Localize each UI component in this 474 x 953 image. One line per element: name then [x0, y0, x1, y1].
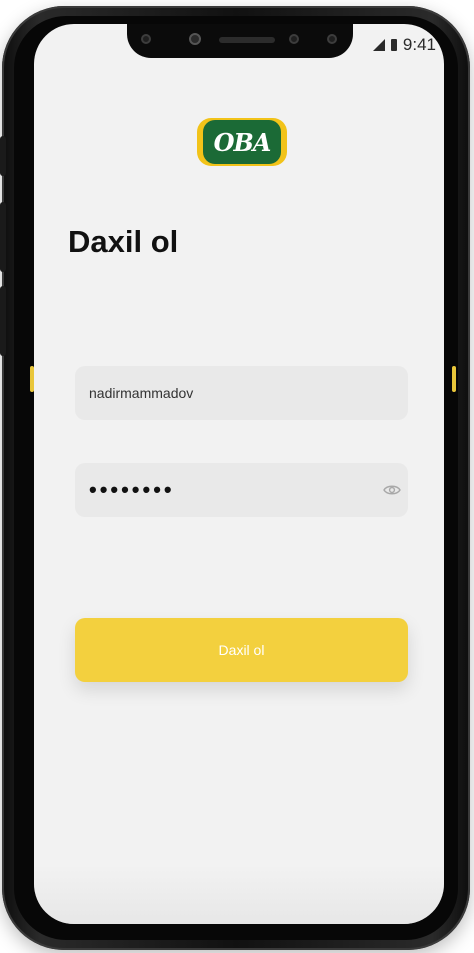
phone-screen: 9:41 OBA Daxil ol Daxil ol	[34, 24, 444, 924]
username-field-container[interactable]	[75, 366, 408, 420]
eye-icon[interactable]	[383, 480, 401, 500]
page-title: Daxil ol	[68, 224, 179, 259]
speaker-grille	[219, 37, 275, 43]
login-button[interactable]: Daxil ol	[75, 618, 408, 682]
status-bar: 9:41	[372, 35, 436, 55]
side-accent-right	[452, 366, 456, 392]
sensor-icon	[141, 34, 151, 44]
password-field-container[interactable]	[75, 463, 408, 517]
sensor-icon	[327, 34, 337, 44]
username-input[interactable]	[89, 385, 394, 401]
password-input[interactable]	[89, 477, 383, 503]
sensor-icon	[289, 34, 299, 44]
oba-logo: OBA	[196, 116, 288, 168]
logo-text: OBA	[203, 120, 281, 164]
camera-icon	[189, 33, 201, 45]
logo-badge: OBA	[197, 118, 287, 166]
notch	[127, 24, 353, 58]
stage: 9:41 OBA Daxil ol Daxil ol	[0, 0, 474, 953]
signal-icon	[372, 39, 385, 51]
screen-bottom-shade	[34, 864, 444, 924]
mute-switch	[0, 136, 6, 176]
status-time: 9:41	[402, 35, 436, 54]
volume-down-button	[0, 286, 6, 356]
battery-icon	[390, 39, 397, 51]
volume-up-button	[0, 202, 6, 272]
